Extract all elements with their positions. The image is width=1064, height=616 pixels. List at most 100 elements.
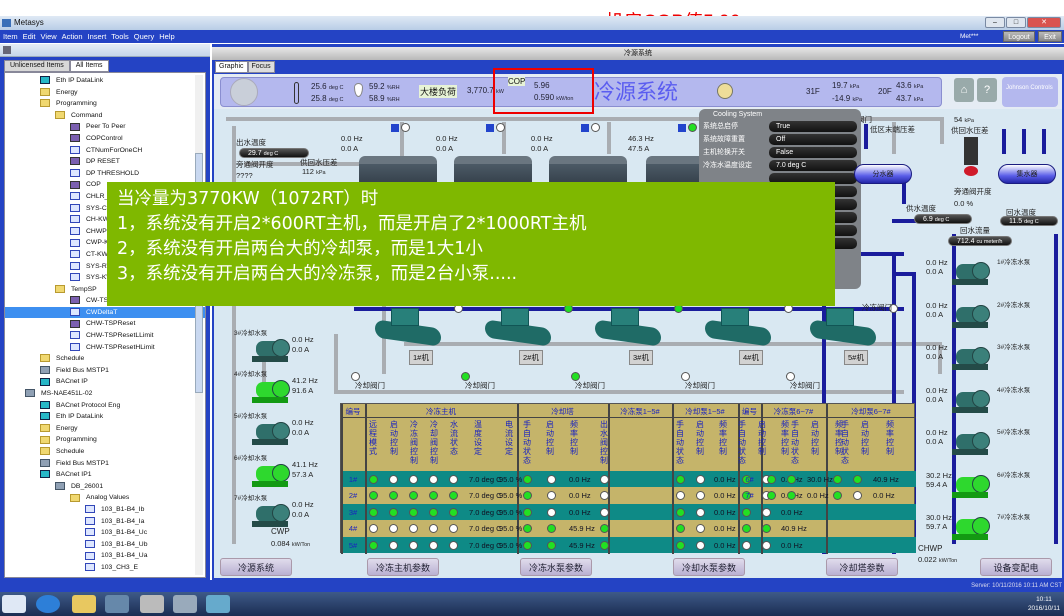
floor-31-pressure-1: 19.7 <box>832 81 848 90</box>
tree-item[interactable]: Field Bus MSTP1 <box>5 365 205 377</box>
explorer-icon[interactable] <box>72 595 96 613</box>
menu-item[interactable]: Edit <box>23 32 36 41</box>
menu-item[interactable]: Insert <box>88 32 107 41</box>
tree-item[interactable]: CWDeltaT <box>5 306 205 319</box>
tree-item[interactable]: Energy <box>5 423 205 435</box>
setting-value[interactable]: 7.0 deg C <box>769 160 857 171</box>
tree-item-label: Eth IP DataLink <box>56 77 104 84</box>
tree-item[interactable]: Schedule <box>5 446 205 458</box>
pump-current: 0.0 A <box>926 352 944 361</box>
tree-item-label: CWDeltaT <box>86 308 118 316</box>
nav-chiller-system[interactable]: 冷源系统 <box>220 558 292 576</box>
network-icon <box>40 400 50 409</box>
tree-item[interactable]: COPControl <box>5 133 205 145</box>
tree-item[interactable]: DP RESET <box>5 156 205 168</box>
menu-item[interactable]: Query <box>134 32 154 41</box>
tree-item[interactable]: DB_26001 <box>5 481 205 493</box>
tree-item[interactable]: Eth IP DataLink <box>5 75 205 87</box>
unit: deg C <box>328 97 344 103</box>
unit: kPa <box>913 84 924 90</box>
taskbar-clock[interactable]: 10:11 2016/10/11 <box>1028 595 1060 613</box>
tree-item[interactable]: Analog Values <box>5 492 205 504</box>
tree-item[interactable]: CHW-TSPResetLLimit <box>5 330 205 342</box>
tree-item[interactable]: CHW-TSPReset <box>5 318 205 330</box>
app-icon[interactable] <box>206 595 230 613</box>
tree-item[interactable]: Command <box>5 110 205 122</box>
home-button[interactable]: ⌂ <box>954 78 974 102</box>
tower-valve-indicator <box>496 123 505 132</box>
tree-item[interactable]: DP THRESHOLD <box>5 168 205 180</box>
app-icon[interactable] <box>105 595 129 613</box>
folder-icon <box>55 110 65 119</box>
graphic-panel: 冷源系统 Graphic Focus 25.6 deg C 25.8 deg C … <box>212 44 1064 580</box>
nav-chw-pump-params[interactable]: 冷冻水泵参数 <box>520 558 592 576</box>
tree-item[interactable]: BACnet Protocol Eng <box>5 400 205 412</box>
tree-item[interactable]: 103_CH3_E <box>5 562 205 574</box>
maximize-button[interactable]: □ <box>1006 17 1026 28</box>
tree-item[interactable]: 103_B1-B4_Ub <box>5 539 205 551</box>
tree-item[interactable]: 103_B1-B4_Uc <box>5 527 205 539</box>
folder-icon <box>40 435 50 444</box>
status-indicator <box>389 540 398 550</box>
app-icon[interactable] <box>173 595 197 613</box>
tree-item[interactable]: BACnet IP1 <box>5 469 205 481</box>
tree-item[interactable]: Programming <box>5 434 205 446</box>
chiller-label: 3#机 <box>629 350 653 365</box>
tree-item[interactable]: BACnet IP <box>5 376 205 388</box>
status-indicator <box>369 507 378 517</box>
chiller-label: 1#机 <box>409 350 433 365</box>
tree-item[interactable]: Schedule <box>5 353 205 365</box>
menu-item[interactable]: View <box>41 32 57 41</box>
metasys-taskbar-icon[interactable] <box>2 595 26 613</box>
help-button[interactable]: ? <box>977 78 997 102</box>
table-value: 0.0 Hz <box>873 491 895 501</box>
pump-base <box>952 491 988 498</box>
setting-value[interactable]: True <box>769 121 857 132</box>
tower-frequency: 0.0 Hz <box>531 134 553 143</box>
tree-item[interactable]: Eth IP DataLink <box>5 411 205 423</box>
logout-button[interactable]: Logout <box>1003 31 1035 42</box>
supply-return-dp-label: 供回水压差 <box>951 126 989 135</box>
tree-item[interactable]: 103_B1-B4_Ia <box>5 516 205 528</box>
tab-unlicensed-items[interactable]: Unlicensed Items <box>4 60 70 72</box>
nav-chiller-params[interactable]: 冷冻主机参数 <box>367 558 439 576</box>
ie-icon[interactable] <box>36 595 60 613</box>
nav-power-distribution[interactable]: 设备变配电 <box>980 558 1052 576</box>
analog-value-icon <box>85 539 95 548</box>
setting-value[interactable]: Off <box>769 134 857 145</box>
chiller-label: 2#机 <box>519 350 543 365</box>
tree-item[interactable]: Energy <box>5 87 205 99</box>
tab-focus[interactable]: Focus <box>247 61 275 73</box>
nav-tower-params[interactable]: 冷却塔参数 <box>826 558 898 576</box>
unit: deg C <box>328 85 344 91</box>
chilled-water-pump <box>952 388 992 414</box>
pump-base <box>952 279 988 285</box>
tree-item[interactable]: Programming <box>5 98 205 110</box>
tower-frequency: 0.0 Hz <box>436 134 458 143</box>
app-icon[interactable] <box>140 595 164 613</box>
print-icon[interactable] <box>3 46 11 54</box>
menu-item[interactable]: Action <box>62 32 83 41</box>
setting-value[interactable]: False <box>769 147 857 158</box>
exit-button[interactable]: Exit <box>1038 31 1062 42</box>
building-load-value: 3,770.7 <box>467 86 494 95</box>
menu-item[interactable]: Tools <box>111 32 129 41</box>
menu-item[interactable]: Help <box>159 32 174 41</box>
menu-item[interactable]: Item <box>3 32 18 41</box>
tab-all-items[interactable]: All Items <box>69 60 109 72</box>
tree-item[interactable]: 103_B1-B4_Ib <box>5 504 205 516</box>
tree-item[interactable]: Field Bus MSTP1 <box>5 458 205 470</box>
tree-item[interactable]: CHW-TSPResetHLimit <box>5 342 205 354</box>
minimize-button[interactable]: – <box>985 17 1005 28</box>
nav-cw-pump-params[interactable]: 冷却水泵参数 <box>673 558 745 576</box>
tree-item[interactable]: 103_B1-B4_Ua <box>5 550 205 562</box>
column-subheader: 手自动状态 <box>738 420 746 465</box>
tree-item[interactable]: CTNumForOneCH <box>5 145 205 157</box>
pan-control[interactable] <box>230 78 258 106</box>
tab-graphic[interactable]: Graphic <box>215 61 248 73</box>
tree-item[interactable]: Peer To Peer <box>5 121 205 133</box>
program-icon <box>70 296 80 305</box>
tree-item[interactable]: MS-NAE451L-02 <box>5 388 205 400</box>
pump-frequency: 30.2 Hz <box>926 470 952 480</box>
close-button[interactable]: ✕ <box>1027 17 1061 28</box>
